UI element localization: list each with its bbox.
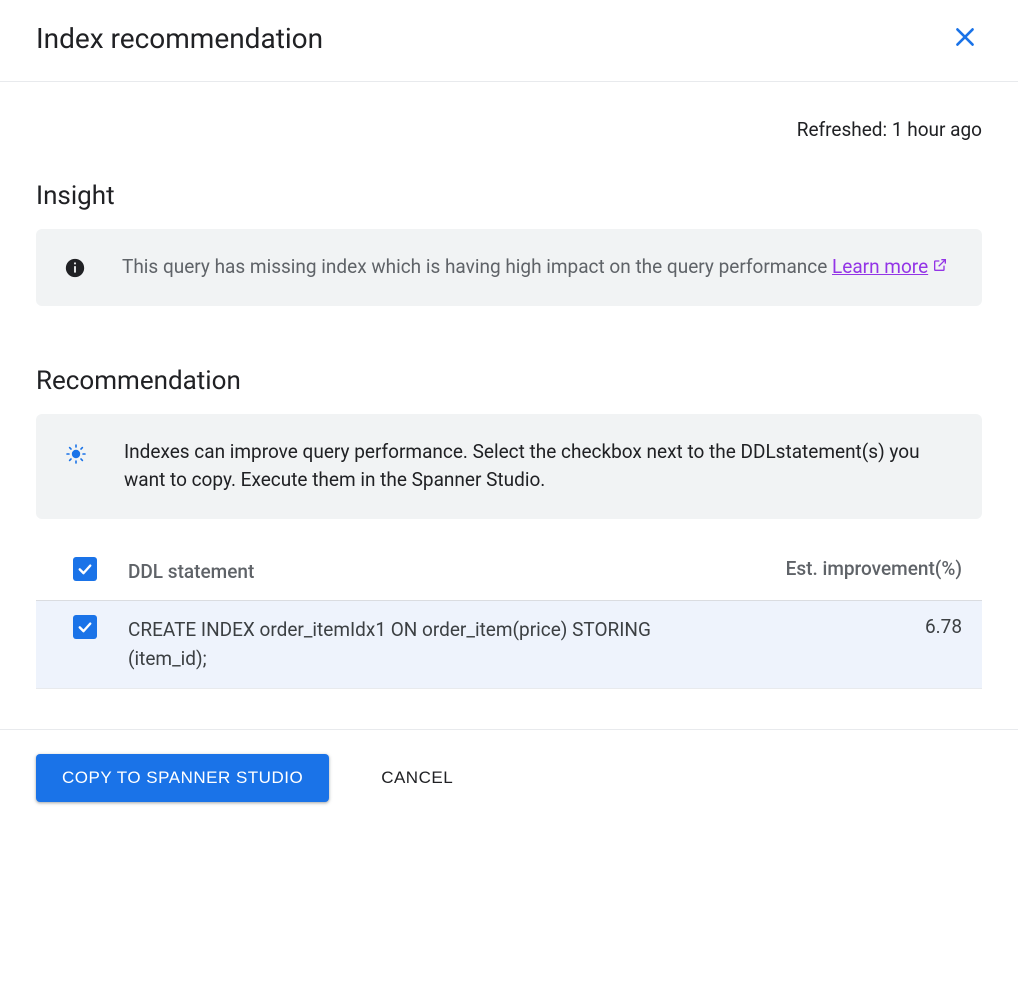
info-icon	[64, 253, 86, 279]
index-recommendation-dialog: Index recommendation Refreshed: 1 hour a…	[0, 0, 1018, 826]
insight-heading: Insight	[36, 181, 982, 211]
close-button[interactable]	[948, 20, 982, 57]
dialog-header: Index recommendation	[0, 0, 1018, 82]
column-header-ddl: DDL statement	[128, 557, 714, 586]
close-icon	[952, 24, 978, 53]
lightbulb-icon	[64, 438, 88, 466]
row-ddl-statement: CREATE INDEX order_itemIdx1 ON order_ite…	[128, 615, 714, 674]
dialog-title: Index recommendation	[36, 22, 323, 55]
learn-more-label: Learn more	[832, 253, 928, 282]
insight-text-content: This query has missing index which is ha…	[122, 255, 832, 278]
refreshed-label: Refreshed: 1 hour ago	[36, 82, 982, 157]
select-all-cell	[70, 557, 100, 581]
dialog-body: Refreshed: 1 hour ago Insight This query…	[0, 82, 1018, 729]
copy-to-spanner-studio-button[interactable]: COPY TO SPANNER STUDIO	[36, 754, 329, 802]
row-checkbox-cell	[70, 615, 100, 639]
column-header-improvement: Est. improvement(%)	[742, 557, 962, 580]
table-header-row: DDL statement Est. improvement(%)	[36, 543, 982, 601]
learn-more-link[interactable]: Learn more	[832, 253, 948, 282]
row-improvement: 6.78	[742, 615, 962, 638]
row-checkbox[interactable]	[73, 615, 97, 639]
external-link-icon	[932, 253, 948, 282]
dialog-footer: COPY TO SPANNER STUDIO CANCEL	[0, 729, 1018, 826]
insight-box: This query has missing index which is ha…	[36, 229, 982, 306]
ddl-table: DDL statement Est. improvement(%) CREATE…	[36, 543, 982, 689]
table-row: CREATE INDEX order_itemIdx1 ON order_ite…	[36, 601, 982, 688]
recommendation-heading: Recommendation	[36, 366, 982, 396]
recommendation-box: Indexes can improve query performance. S…	[36, 414, 982, 519]
cancel-button[interactable]: CANCEL	[373, 754, 461, 802]
select-all-checkbox[interactable]	[73, 557, 97, 581]
insight-text: This query has missing index which is ha…	[122, 253, 948, 282]
recommendation-text: Indexes can improve query performance. S…	[124, 438, 954, 495]
